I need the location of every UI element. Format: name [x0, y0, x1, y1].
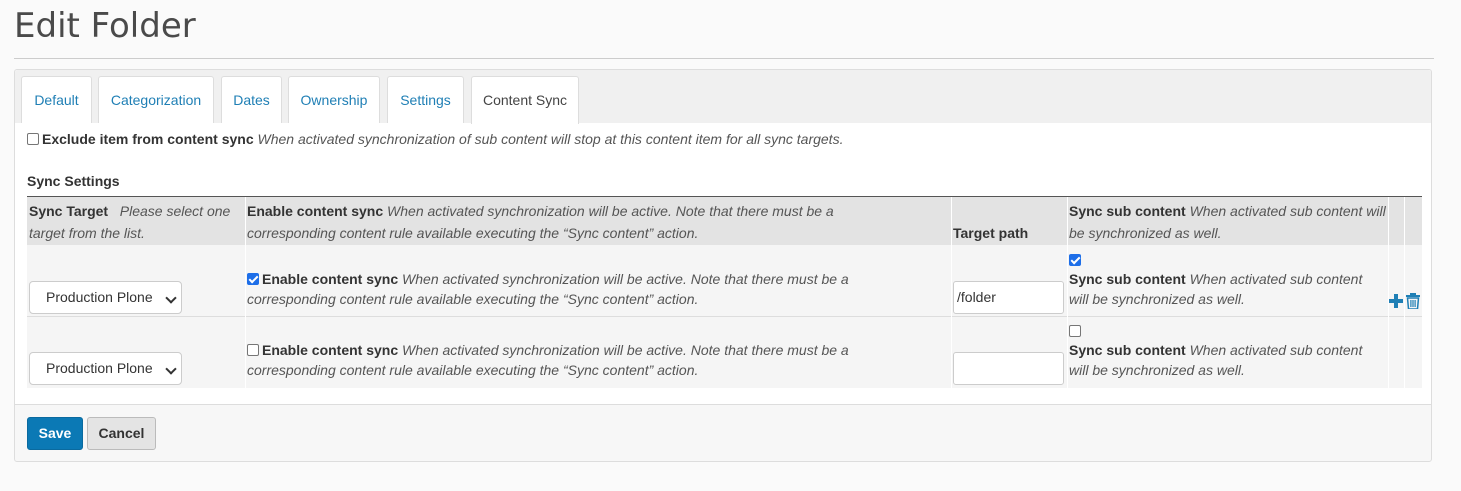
- chevron-down-icon: [165, 292, 177, 304]
- row-divider: [27, 316, 1422, 317]
- sync-sub-checkbox-wrap: [1069, 250, 1084, 270]
- enable-sync-field: Enable content sync When activated synch…: [247, 269, 937, 309]
- sync-sub-checkbox-wrap: [1069, 321, 1084, 341]
- tab-dates[interactable]: Dates: [221, 76, 282, 123]
- tab-categorization[interactable]: Categorization: [98, 76, 214, 123]
- header-actions-2: [1405, 197, 1422, 245]
- edit-folder-page: Edit Folder Default Categorization Dates…: [0, 0, 1461, 491]
- column-divider: [245, 197, 246, 388]
- target-path-input[interactable]: [953, 352, 1064, 385]
- sync-sub-checkbox[interactable]: [1069, 325, 1081, 337]
- sync-sub-label: Sync sub content: [1069, 271, 1186, 287]
- chevron-down-icon: [165, 363, 177, 375]
- header-target-path-label: Target path: [953, 225, 1029, 241]
- sync-settings-table: Sync Target Please select one target fro…: [27, 196, 1422, 388]
- sync-sub-field: Sync sub content When activated sub cont…: [1069, 269, 1369, 309]
- trash-icon[interactable]: [1406, 293, 1420, 309]
- cancel-button[interactable]: Cancel: [87, 417, 156, 450]
- sync-target-value: Production Plone: [46, 289, 153, 305]
- exclude-hint: When activated synchronization of sub co…: [257, 131, 844, 147]
- header-actions-1: [1389, 197, 1405, 245]
- header-enable-sync: Enable content sync When activated synch…: [245, 197, 951, 245]
- tab-ownership[interactable]: Ownership: [288, 76, 380, 123]
- header-sync-sub: Sync sub content When activated sub cont…: [1067, 197, 1389, 245]
- sync-settings-heading: Sync Settings: [27, 173, 120, 189]
- enable-sync-checkbox[interactable]: [247, 273, 259, 285]
- header-target-path: Target path: [951, 197, 1067, 245]
- sync-target-value: Production Plone: [46, 360, 153, 376]
- save-button[interactable]: Save: [27, 417, 83, 450]
- header-enable-label: Enable content sync: [247, 203, 384, 219]
- sync-target-select[interactable]: Production Plone: [29, 281, 182, 314]
- target-path-input[interactable]: /folder: [953, 281, 1064, 314]
- content-sync-pane: Exclude item from content sync When acti…: [15, 123, 1431, 405]
- sync-sub-checkbox[interactable]: [1069, 254, 1081, 266]
- column-divider: [1067, 197, 1068, 388]
- exclude-field: Exclude item from content sync When acti…: [27, 131, 843, 147]
- enable-sync-label: Enable content sync: [262, 342, 399, 358]
- sync-sub-label: Sync sub content: [1069, 342, 1186, 358]
- column-divider: [1388, 197, 1389, 388]
- title-divider: [14, 58, 1434, 59]
- header-sync-target-label: Sync Target: [29, 203, 109, 219]
- column-divider: [951, 197, 952, 388]
- plus-icon[interactable]: [1389, 294, 1403, 308]
- tab-content-sync[interactable]: Content Sync: [471, 76, 579, 124]
- exclude-label: Exclude item from content sync: [42, 131, 254, 147]
- enable-sync-checkbox[interactable]: [247, 344, 259, 356]
- enable-sync-field: Enable content sync When activated synch…: [247, 340, 937, 380]
- tab-bar: Default Categorization Dates Ownership S…: [15, 70, 1431, 124]
- tab-settings[interactable]: Settings: [387, 76, 464, 123]
- sync-target-select[interactable]: Production Plone: [29, 352, 182, 385]
- edit-form-panel: Default Categorization Dates Ownership S…: [14, 69, 1432, 462]
- column-divider: [1404, 197, 1405, 388]
- enable-sync-label: Enable content sync: [262, 271, 399, 287]
- sync-sub-field: Sync sub content When activated sub cont…: [1069, 340, 1369, 380]
- exclude-checkbox[interactable]: [27, 133, 39, 145]
- tab-default[interactable]: Default: [21, 76, 92, 123]
- page-title: Edit Folder: [14, 6, 196, 46]
- header-sub-label: Sync sub content: [1069, 203, 1186, 219]
- header-sync-target: Sync Target Please select one target fro…: [27, 197, 245, 245]
